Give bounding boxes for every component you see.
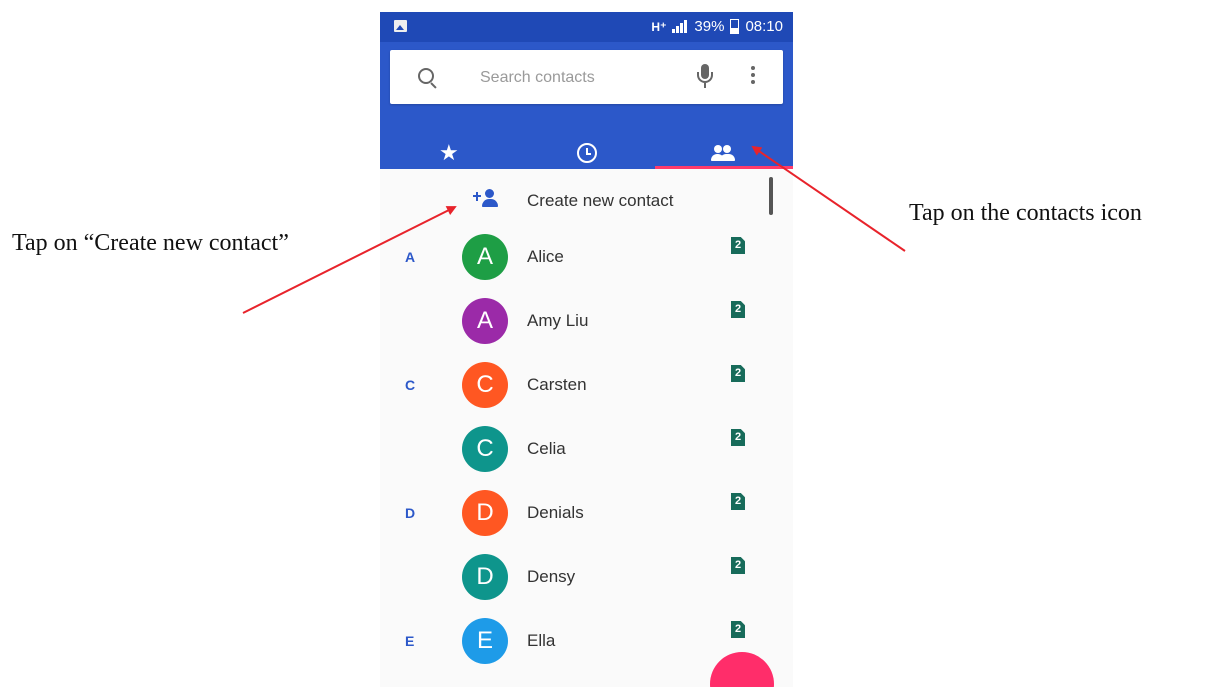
clock-icon bbox=[576, 143, 597, 163]
tab-recents[interactable] bbox=[518, 130, 656, 169]
contact-name: Densy bbox=[527, 567, 576, 586]
create-new-contact-label: Create new contact bbox=[527, 191, 674, 210]
annotation-contacts-icon: Tap on the contacts icon bbox=[909, 200, 1142, 226]
avatar: D bbox=[462, 554, 508, 600]
sim-icon: 2 bbox=[731, 557, 745, 574]
section-letter: D bbox=[405, 505, 416, 521]
search-icon[interactable] bbox=[418, 68, 434, 84]
contact-name: Denials bbox=[527, 503, 584, 522]
contact-name: Ella bbox=[527, 631, 556, 650]
tab-contacts[interactable] bbox=[655, 130, 793, 169]
sim-icon: 2 bbox=[731, 365, 745, 382]
section-letter: E bbox=[405, 633, 415, 649]
tab-favorites[interactable]: ★ bbox=[380, 130, 518, 169]
list-item[interactable]: A Amy Liu 2 bbox=[380, 289, 793, 353]
list-item[interactable]: C Celia 2 bbox=[380, 417, 793, 481]
phone-screen: H⁺ 39% 08:10 ★ bbox=[380, 12, 793, 687]
list-item[interactable]: A A Alice 2 bbox=[380, 225, 793, 289]
people-icon bbox=[710, 143, 738, 163]
contact-list[interactable]: Create new contact A A Alice 2 A Amy Liu… bbox=[380, 169, 793, 687]
contact-name: Carsten bbox=[527, 375, 587, 394]
avatar: C bbox=[462, 362, 508, 408]
app-bar: ★ bbox=[380, 42, 793, 169]
sim-icon: 2 bbox=[731, 621, 745, 638]
microphone-icon[interactable] bbox=[695, 64, 715, 90]
contact-name: Amy Liu bbox=[527, 311, 589, 330]
search-input[interactable] bbox=[478, 66, 682, 90]
annotation-create-contact: Tap on “Create new contact” bbox=[12, 230, 289, 256]
list-item[interactable]: C C Carsten 2 bbox=[380, 353, 793, 417]
add-person-icon bbox=[473, 189, 501, 209]
search-bar[interactable] bbox=[390, 50, 783, 104]
sim-icon: 2 bbox=[731, 301, 745, 318]
image-notification-icon bbox=[394, 20, 407, 32]
sim-icon: 2 bbox=[731, 429, 745, 446]
sim-icon: 2 bbox=[731, 237, 745, 254]
battery-percent: 39% bbox=[694, 18, 725, 35]
avatar: C bbox=[462, 426, 508, 472]
section-letter: C bbox=[405, 377, 416, 393]
sim-icon: 2 bbox=[731, 493, 745, 510]
battery-icon bbox=[730, 19, 740, 34]
avatar: D bbox=[462, 490, 508, 536]
signal-icon bbox=[672, 20, 688, 33]
section-letter: A bbox=[405, 249, 416, 265]
contact-name: Alice bbox=[527, 247, 564, 266]
avatar: E bbox=[462, 618, 508, 664]
network-type: H⁺ bbox=[651, 19, 667, 34]
clock-time: 08:10 bbox=[745, 18, 783, 35]
status-bar: H⁺ 39% 08:10 bbox=[380, 12, 793, 42]
star-icon: ★ bbox=[438, 140, 459, 165]
avatar: A bbox=[462, 234, 508, 280]
more-options-icon[interactable] bbox=[750, 66, 756, 88]
contact-name: Celia bbox=[527, 439, 566, 458]
create-new-contact-item[interactable]: Create new contact bbox=[380, 169, 793, 229]
list-item[interactable]: D Densy 2 bbox=[380, 545, 793, 609]
avatar: A bbox=[462, 298, 508, 344]
list-item[interactable]: D D Denials 2 bbox=[380, 481, 793, 545]
tab-bar: ★ bbox=[380, 130, 793, 169]
